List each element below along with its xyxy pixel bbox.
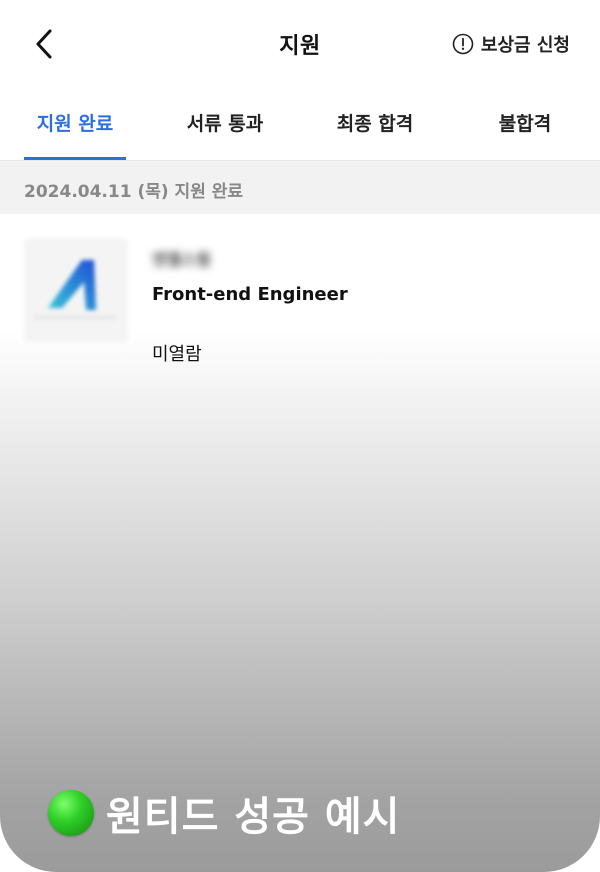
company-name: 엔젤스웜	[152, 250, 211, 269]
application-card[interactable]: 엔젤스웜 Front-end Engineer 미열람	[24, 238, 576, 368]
view-status: 미열람	[152, 344, 202, 365]
reward-request-label: 보상금 신청	[480, 35, 570, 56]
alert-circle-icon	[452, 33, 474, 55]
caption-text: 원티드 성공 예시	[106, 794, 401, 840]
app-screen: 지원 보상금 신청 지원 완료 서류 통과 최종 합격 불합격 2024.04.…	[0, 0, 600, 872]
company-logo	[24, 238, 128, 342]
job-position: Front-end Engineer	[152, 284, 348, 305]
tab-rejected[interactable]: 불합격	[450, 82, 600, 160]
top-bar: 지원 보상금 신청	[0, 0, 600, 83]
caption-banner: 원티드 성공 예시	[48, 784, 400, 842]
tab-document-passed[interactable]: 서류 통과	[150, 82, 300, 160]
status-tabs: 지원 완료 서류 통과 최종 합격 불합격	[0, 82, 600, 160]
reward-request-button[interactable]: 보상금 신청	[452, 31, 570, 57]
green-circle-icon	[48, 790, 94, 836]
tab-applied[interactable]: 지원 완료	[0, 82, 150, 160]
tab-final-passed[interactable]: 최종 합격	[300, 82, 450, 160]
date-group-header: 2024.04.11 (목) 지원 완료	[0, 160, 600, 214]
